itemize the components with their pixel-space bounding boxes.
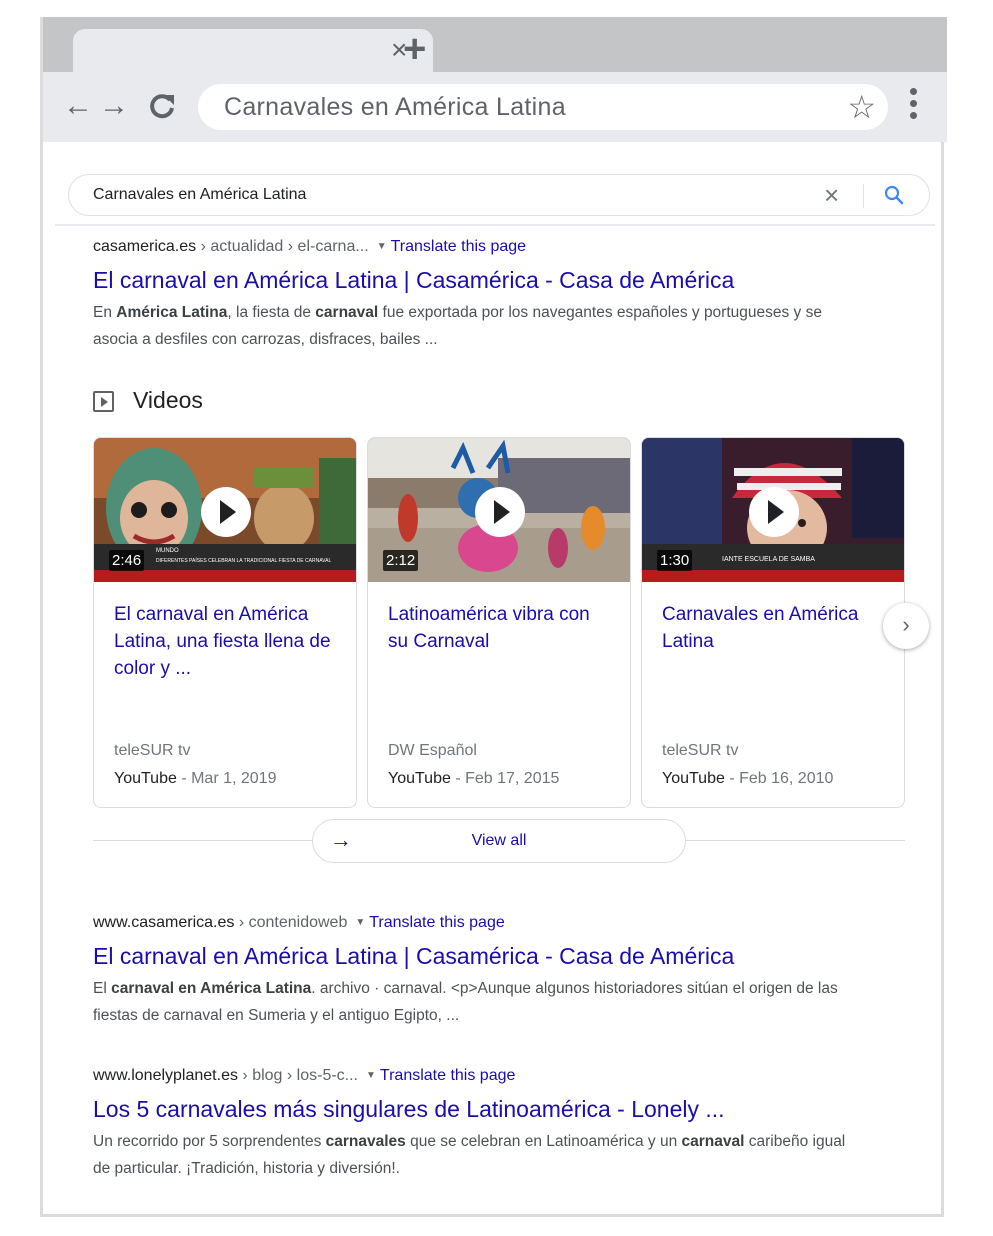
play-button-icon[interactable] [749,487,799,537]
video-thumbnail[interactable]: 2:12 [368,438,630,582]
video-card[interactable]: IANTE ESCUELA DE SAMBA 1:30 Carnavales e… [641,437,905,808]
tab-bar: × + [43,17,947,72]
dropdown-caret-icon[interactable]: ▼ [355,917,365,928]
video-source: YouTube - Feb 17, 2015 [388,770,560,787]
play-button-icon[interactable] [201,487,251,537]
dropdown-caret-icon[interactable]: ▼ [366,1070,376,1081]
new-tab-icon[interactable]: + [403,29,426,69]
search-result: www.casamerica.es › contenidoweb ▼ Transla… [93,913,853,1029]
search-divider [863,184,864,208]
search-box: × [68,174,930,216]
result-title-link[interactable]: El carnaval en América Latina | Casaméri… [93,941,853,971]
menu-kebab-icon[interactable] [909,88,919,124]
view-all-label: View all [471,832,527,849]
video-play-icon [93,391,114,412]
video-title-link[interactable]: El carnaval en América Latina, una fiest… [114,601,339,682]
result-url: www.casamerica.es › contenidoweb ▼ Transla… [93,913,853,935]
chevron-right-icon: › [902,612,910,637]
translate-link[interactable]: Translate this page [380,1067,515,1084]
video-channel: DW Español [388,742,477,759]
video-source: YouTube - Feb 16, 2010 [662,770,834,787]
search-icon[interactable] [883,184,905,206]
result-url: casamerica.es › actualidad › el-carna...… [93,237,853,259]
reload-icon[interactable] [147,86,177,132]
translate-link[interactable]: Translate this page [369,914,504,931]
result-path: › blog › los-5-c... [237,1067,358,1084]
video-channel: teleSUR tv [114,742,191,759]
search-input[interactable] [93,183,793,207]
video-title-link[interactable]: Carnavales en América Latina [662,601,887,655]
video-card[interactable]: 2:12 Latinoamérica vibra con su Carnaval… [367,437,631,808]
forward-arrow-icon[interactable]: → [99,86,129,126]
video-card[interactable]: MUNDO DIFERENTES PAÍSES CELEBRAN LA TRAD… [93,437,357,808]
browser-window: × + ← → Carnavales en América Latina ☆ × [40,17,947,1217]
result-site: www.lonelyplanet.es [93,1067,238,1084]
browser-tab[interactable]: × [73,29,433,72]
video-thumbnail[interactable]: IANTE ESCUELA DE SAMBA 1:30 [642,438,904,582]
video-duration: 1:30 [657,550,693,571]
svg-text:IANTE ESCUELA DE SAMBA: IANTE ESCUELA DE SAMBA [722,556,815,563]
result-url: www.lonelyplanet.es › blog › los-5-c... ▼… [93,1066,853,1088]
view-all-button[interactable]: → View all [312,819,686,863]
videos-heading: Videos [133,387,203,413]
svg-text:MUNDO: MUNDO [156,548,179,554]
svg-text:DIFERENTES PAÍSES CELEBRAN LA: DIFERENTES PAÍSES CELEBRAN LA TRADICIONA… [156,557,331,564]
video-duration: 2:46 [109,550,145,571]
search-result: casamerica.es › actualidad › el-carna...… [93,237,853,353]
dropdown-caret-icon[interactable]: ▼ [377,241,387,252]
address-bar-text: Carnavales en América Latina [224,93,566,121]
carousel-next-button[interactable]: › [883,603,929,649]
video-thumbnail[interactable]: MUNDO DIFERENTES PAÍSES CELEBRAN LA TRAD… [94,438,356,582]
play-button-icon[interactable] [475,487,525,537]
header-divider [55,224,935,226]
video-title-link[interactable]: Latinoamérica vibra con su Carnaval [388,601,613,655]
result-snippet: El carnaval en América Latina. archivo ·… [93,980,838,1024]
result-site: casamerica.es [93,238,197,255]
back-arrow-icon[interactable]: ← [63,86,93,126]
translate-link[interactable]: Translate this page [391,238,526,255]
result-path: › actualidad › el-carna... [196,238,369,255]
result-site: www.casamerica.es [93,914,235,931]
bookmark-star-icon[interactable]: ☆ [847,88,876,126]
result-path: › contenidoweb [234,914,348,931]
result-title-link[interactable]: Los 5 carnavales más singulares de Latin… [93,1094,853,1124]
video-duration: 2:12 [383,550,419,571]
result-title-link[interactable]: El carnaval en América Latina | Casaméri… [93,265,853,295]
browser-toolbar: ← → Carnavales en América Latina ☆ [43,72,947,142]
search-result: www.lonelyplanet.es › blog › los-5-c... ▼… [93,1066,853,1182]
video-source: YouTube - Mar 1, 2019 [114,770,277,787]
result-snippet: En América Latina, la fiesta de carnaval… [93,304,822,348]
address-bar[interactable]: Carnavales en América Latina ☆ [198,84,888,130]
result-snippet: Un recorrido por 5 sorprendentes carnava… [93,1133,846,1177]
video-channel: teleSUR tv [662,742,739,759]
clear-search-icon[interactable]: × [824,181,839,209]
